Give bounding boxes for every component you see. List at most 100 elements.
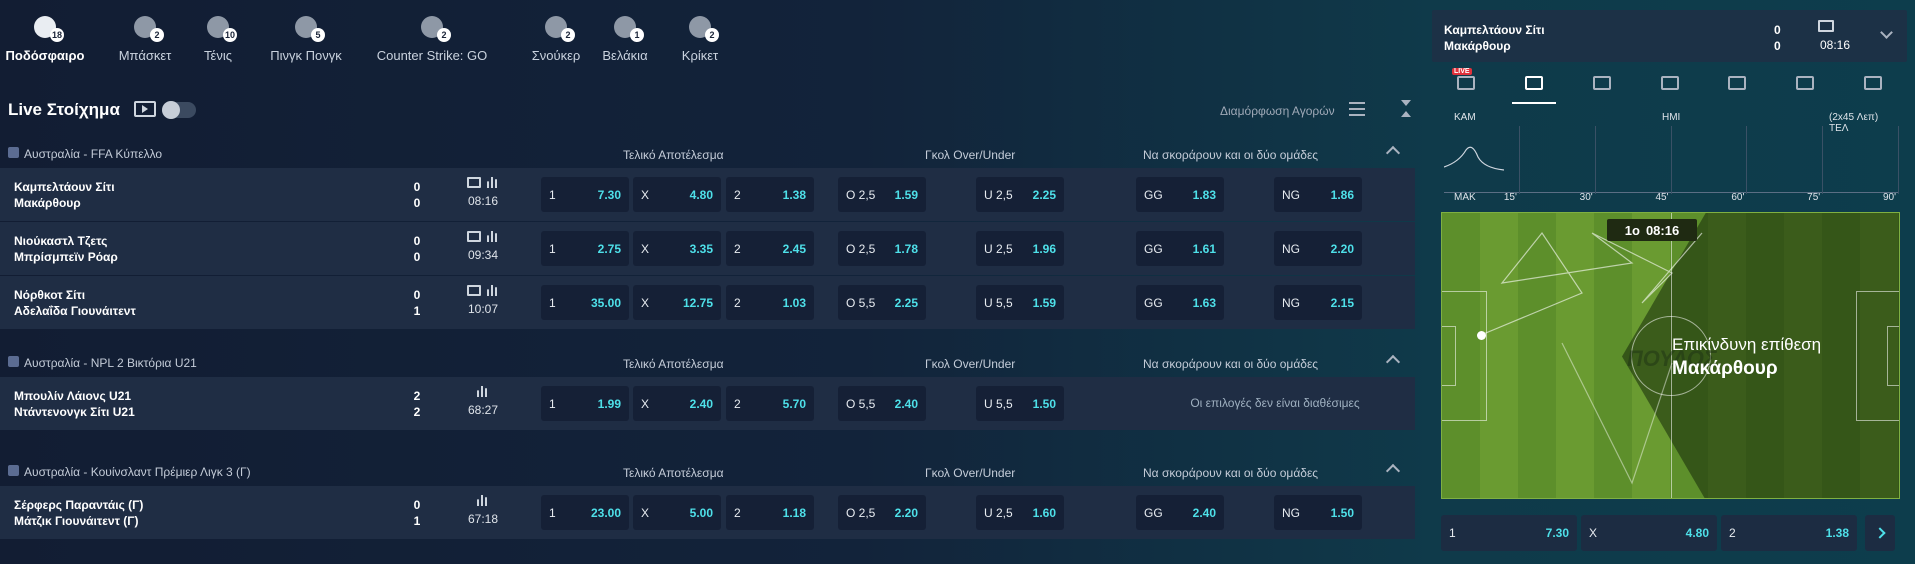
tv-icon[interactable]: [467, 177, 481, 188]
odds-button[interactable]: NG 1.50: [1274, 495, 1362, 530]
home-score: 0: [413, 288, 421, 302]
side-odds-button[interactable]: 1 7.30: [1441, 515, 1577, 551]
odds-value: 1.18: [782, 505, 806, 520]
sport-tab-2[interactable]: 10 Τένις: [188, 0, 248, 63]
odds-button[interactable]: GG 2.40: [1136, 495, 1224, 530]
stream-toggle[interactable]: [162, 101, 196, 119]
match-row[interactable]: Σέρφερς Παραντάις (Γ) Μάτζικ Γιουνάιτεντ …: [0, 486, 1415, 539]
odds-button[interactable]: U 5,5 1.50: [976, 386, 1064, 421]
odds-button[interactable]: U 2,5 2.25: [976, 177, 1064, 212]
side-match-header[interactable]: Καμπελτάουν Σίτι Μακάρθουρ 0 0 08:16: [1432, 10, 1907, 62]
match-time: 09:34: [467, 248, 499, 262]
home-score: 0: [413, 180, 421, 194]
odds-value: 3.35: [689, 241, 713, 256]
odds-button[interactable]: O 2,5 1.59: [838, 177, 926, 212]
tv-icon[interactable]: [1818, 20, 1834, 32]
odds-value: 1.61: [1192, 241, 1216, 256]
collapse-all-icon[interactable]: [1399, 98, 1413, 120]
odds-button[interactable]: 2 5.70: [726, 386, 814, 421]
odds-value: 5.00: [689, 505, 713, 520]
odds-button[interactable]: 2 1.18: [726, 495, 814, 530]
australia-flag-icon: [8, 147, 19, 158]
sport-label: Κρίκετ: [681, 48, 719, 63]
stats-icon[interactable]: [487, 231, 499, 242]
odds-value: 1.59: [1032, 295, 1056, 310]
match-row[interactable]: Νιούκαστλ Τζετς Μπρίσμπεϊν Ρόαρ 0 0 09:34 1 2.…: [0, 222, 1415, 275]
odds-button[interactable]: 2 1.03: [726, 285, 814, 320]
odds-button[interactable]: NG 1.86: [1274, 177, 1362, 212]
odds-button[interactable]: 1 1.99: [541, 386, 629, 421]
chevron-down-icon[interactable]: [1880, 26, 1893, 39]
odds-button[interactable]: O 5,5 2.25: [838, 285, 926, 320]
league-header: Αυστραλία - FFA Κύπελλο Τελικό Αποτέλεσμα…: [0, 138, 1415, 168]
league-name: Αυστραλία - NPL 2 Βικτόρια U21: [24, 356, 197, 370]
odds-button[interactable]: X 3.35: [633, 231, 721, 266]
sliders-icon[interactable]: [1349, 102, 1365, 116]
stats-icon[interactable]: [477, 386, 489, 397]
odds-button[interactable]: 1 35.00: [541, 285, 629, 320]
odds-button[interactable]: GG 1.63: [1136, 285, 1224, 320]
odds-button[interactable]: 2 2.45: [726, 231, 814, 266]
side-tab-0[interactable]: LIVE: [1432, 62, 1500, 104]
stats-icon[interactable]: [487, 177, 499, 188]
odds-button[interactable]: U 5,5 1.59: [976, 285, 1064, 320]
timeline-half: HMI: [1662, 112, 1681, 123]
odds-button[interactable]: 1 23.00: [541, 495, 629, 530]
odds-selection: X: [641, 505, 650, 520]
odds-button[interactable]: 1 7.30: [541, 177, 629, 212]
markets-config-link[interactable]: Διαμόρφωση Αγορών: [1220, 104, 1335, 118]
odds-button[interactable]: X 4.80: [633, 177, 721, 212]
odds-button[interactable]: X 12.75: [633, 285, 721, 320]
side-tab-1[interactable]: [1500, 62, 1568, 104]
sport-tab-1[interactable]: 2 Μπάσκετ: [110, 0, 180, 63]
odds-button[interactable]: U 2,5 1.60: [976, 495, 1064, 530]
odds-button[interactable]: GG 1.83: [1136, 177, 1224, 212]
match-time: 67:18: [467, 512, 499, 526]
chevron-right-icon[interactable]: [1865, 515, 1895, 551]
sport-tab-5[interactable]: 2 Σνούκερ: [520, 0, 592, 63]
odds-value: 1.38: [782, 187, 806, 202]
odds-button[interactable]: O 5,5 2.40: [838, 386, 926, 421]
timeline-gridline: [1898, 126, 1899, 194]
darts-icon: 1: [610, 12, 644, 42]
odds-button[interactable]: NG 2.15: [1274, 285, 1362, 320]
odds-button[interactable]: NG 2.20: [1274, 231, 1362, 266]
odds-button[interactable]: U 2,5 1.96: [976, 231, 1064, 266]
odds-button[interactable]: 1 2.75: [541, 231, 629, 266]
chevron-up-icon[interactable]: [1385, 145, 1401, 161]
tv-icon[interactable]: [467, 285, 481, 296]
sport-tab-7[interactable]: 2 Κρίκετ: [672, 0, 728, 63]
sport-tab-0[interactable]: 18 Ποδόσφαιρο: [0, 0, 90, 63]
tv-icon[interactable]: [134, 101, 156, 117]
sport-label: Σνούκερ: [531, 48, 581, 63]
odds-button[interactable]: GG 1.61: [1136, 231, 1224, 266]
away-team: Ντάντενονγκ Σίτι U21: [14, 405, 135, 419]
match-row[interactable]: Καμπελτάουν Σίτι Μακάρθουρ 0 0 08:16 1 7.30 X 4.…: [0, 168, 1415, 221]
side-tab-4[interactable]: [1703, 62, 1771, 104]
stats-icon[interactable]: [477, 495, 489, 506]
stats-icon[interactable]: [487, 285, 499, 296]
match-row[interactable]: Μπουλίν Λάιονς U21 Ντάντενονγκ Σίτι U21 2 2…: [0, 377, 1415, 430]
side-tab-2[interactable]: [1568, 62, 1636, 104]
match-row[interactable]: Νόρθκοτ Σίτι Αδελαΐδα Γιουνάιτεντ 0 1 10:07 1…: [0, 276, 1415, 329]
tv-icon[interactable]: [467, 231, 481, 242]
sport-tab-3[interactable]: 5 Πινγκ Πονγκ: [262, 0, 350, 63]
odds-button[interactable]: 2 1.38: [726, 177, 814, 212]
sport-count-badge: 5: [311, 28, 325, 42]
side-odds-button[interactable]: X 4.80: [1581, 515, 1717, 551]
side-odds-button[interactable]: 2 1.38: [1721, 515, 1857, 551]
odds-button[interactable]: X 5.00: [633, 495, 721, 530]
sport-tab-4[interactable]: 2 Counter Strike: GO: [368, 0, 496, 63]
side-tab-6[interactable]: [1839, 62, 1907, 104]
odds-button[interactable]: O 2,5 2.20: [838, 495, 926, 530]
side-tab-3[interactable]: [1636, 62, 1704, 104]
odds-button[interactable]: O 2,5 1.78: [838, 231, 926, 266]
odds-button[interactable]: X 2.40: [633, 386, 721, 421]
timeline-home: KAM: [1454, 112, 1476, 123]
odds-value: 2.40: [689, 396, 713, 411]
chevron-up-icon[interactable]: [1385, 463, 1401, 479]
odds-value: 2.25: [894, 295, 918, 310]
sport-tab-6[interactable]: 1 Βελάκια: [593, 0, 657, 63]
side-tab-5[interactable]: [1771, 62, 1839, 104]
chevron-up-icon[interactable]: [1385, 354, 1401, 370]
